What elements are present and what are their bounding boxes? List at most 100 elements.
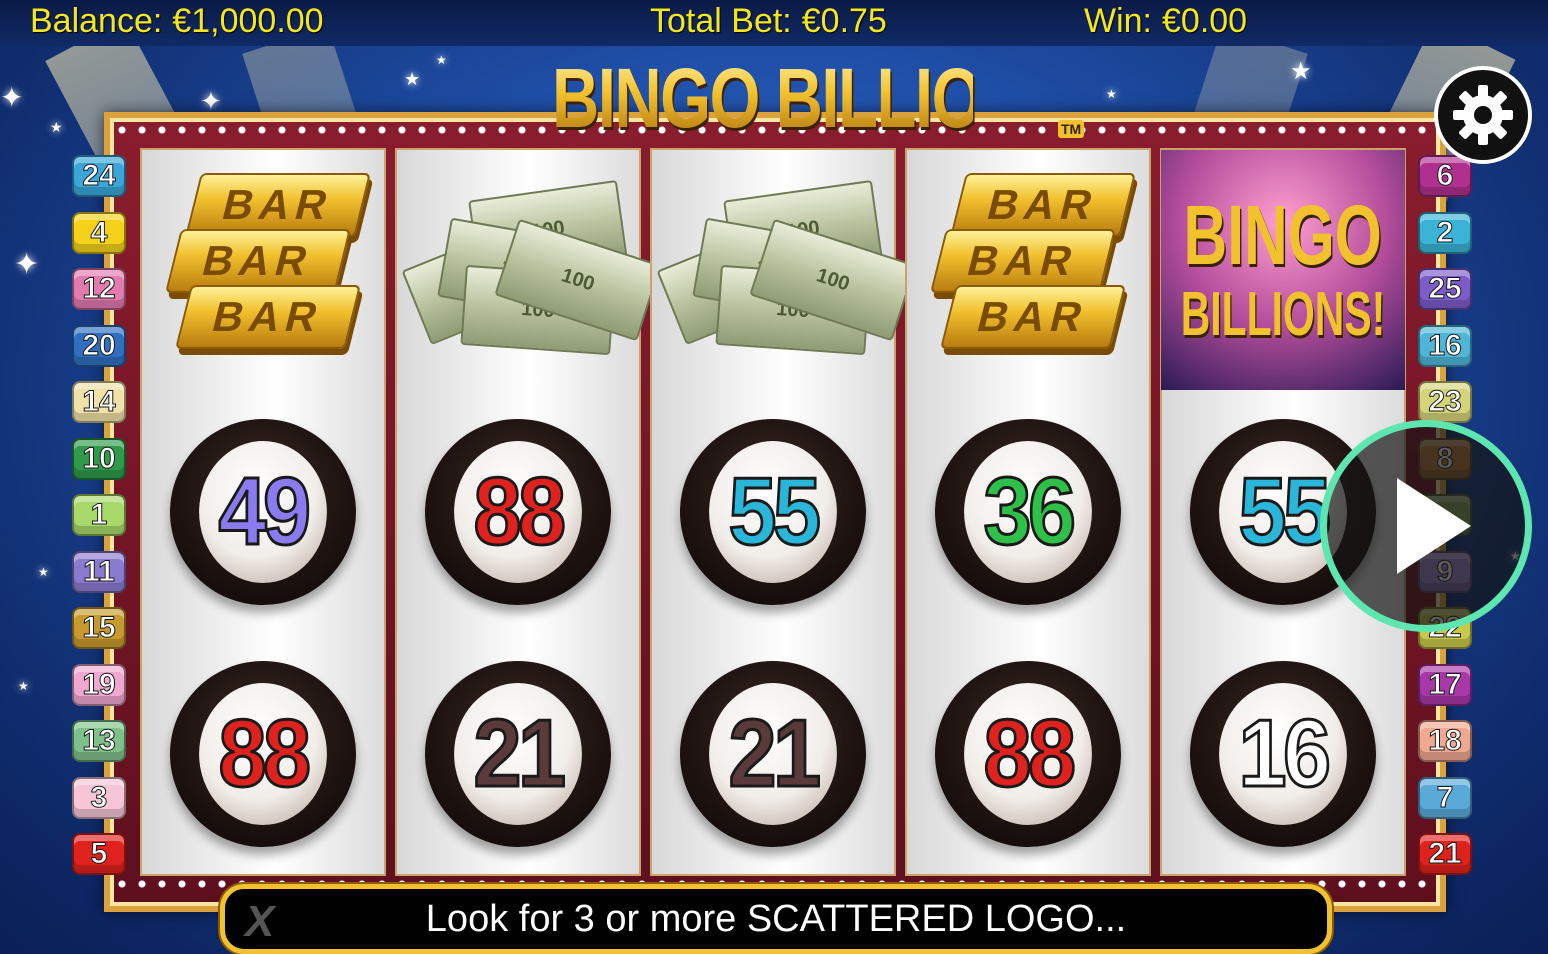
payline-number-badge: 25: [1418, 268, 1472, 310]
payline-number-badge: 21: [1418, 833, 1472, 875]
reel-cell: 100100100100100: [397, 150, 662, 390]
payline-number-badge: 18: [1418, 720, 1472, 762]
payline-number-badge: 13: [72, 720, 126, 762]
payline-number-badge: 14: [72, 381, 126, 423]
star-decoration: ★: [1290, 58, 1312, 85]
gold-bar: BAR: [950, 173, 1136, 237]
bingo-ball-symbol: 36: [935, 419, 1121, 605]
payline-number-badge: 10: [72, 437, 126, 480]
payline-number-badge: 19: [72, 663, 126, 706]
payline-number-badge: 11: [72, 550, 126, 593]
ball-number: 16: [1219, 683, 1347, 825]
ball-number: 88: [964, 683, 1092, 825]
reel-cell: 88: [907, 634, 1149, 874]
payline-number-badge: 1: [72, 494, 126, 536]
reel-cell: 49: [142, 392, 384, 632]
ball-number: 55: [709, 441, 837, 583]
message-text: Look for 3 or more SCATTERED LOGO...: [425, 897, 1127, 940]
reel-cell: 21: [652, 634, 894, 874]
payline-number-badge: 15: [72, 607, 126, 649]
reel-cell: BAR BAR BAR: [907, 150, 1149, 390]
play-icon: [1397, 478, 1471, 574]
gold-bars-symbol: BAR BAR BAR: [918, 165, 1138, 375]
total-bet-value: €0.75: [801, 2, 887, 40]
star-decoration: ✦: [200, 86, 222, 116]
reel: 100100100100100 88 21: [395, 148, 662, 876]
cash-stack-symbol: 100100100100100: [656, 170, 917, 370]
ball-number: 21: [709, 683, 837, 825]
star-decoration: ★: [50, 119, 63, 135]
ball-number: 88: [199, 683, 327, 825]
ball-number: 36: [964, 441, 1092, 583]
scatter-logo-symbol: BINGO BILLIONS!: [1161, 150, 1405, 390]
bingo-ball-symbol: 88: [935, 661, 1121, 847]
star-decoration: ✦: [14, 248, 40, 281]
reel: BAR BAR BAR 49 88: [140, 148, 386, 876]
win-value: €0.00: [1162, 2, 1248, 40]
payline-number-badge: 4: [72, 211, 126, 254]
reel-cell: 55: [652, 392, 894, 632]
star-decoration: ★: [404, 69, 421, 89]
gold-bar: BAR: [165, 229, 351, 293]
ball-number: 49: [199, 441, 327, 583]
bingo-ball-symbol: 21: [680, 661, 866, 847]
ball-number: 21: [454, 683, 582, 825]
balance-display: Balance: €1,000.00: [30, 2, 334, 41]
total-bet-label: Total Bet:: [650, 2, 792, 40]
bingo-ball-symbol: 55: [680, 419, 866, 605]
reel-cell: 88: [142, 634, 384, 874]
bingo-ball-symbol: 49: [170, 419, 356, 605]
star-decoration: ★: [18, 679, 29, 693]
trademark-mark: TM: [1058, 120, 1085, 138]
gold-bars-symbol: BAR BAR BAR: [153, 165, 373, 375]
payline-number-badge: 20: [72, 324, 126, 367]
payline-number-badge: 23: [1418, 381, 1472, 423]
star-decoration: ★: [1106, 87, 1117, 101]
payline-number-badge: 16: [1418, 324, 1472, 367]
game-logo: BINGO BILLIONS!: [552, 48, 1091, 148]
reel-cell: BAR BAR BAR: [142, 150, 384, 390]
gold-bar: BAR: [940, 285, 1126, 349]
gold-bar: BAR: [175, 285, 361, 349]
gear-icon: [1453, 85, 1513, 145]
bingo-ball-symbol: 21: [425, 661, 611, 847]
ball-number: 88: [454, 441, 582, 583]
payline-number-badge: 7: [1418, 776, 1472, 819]
reel: 100100100100100 55 21: [650, 148, 917, 876]
payline-number-badge: 2: [1418, 211, 1472, 254]
star-decoration: ★: [38, 565, 49, 579]
reel-cell: 88: [397, 392, 639, 632]
reel: BAR BAR BAR 36 88: [905, 148, 1151, 876]
status-bar: Balance: €1,000.00 Total Bet: €0.75 Win: €0…: [0, 0, 1548, 46]
message-bar: X Look for 3 or more SCATTERED LOGO...: [220, 884, 1332, 954]
payline-number-badge: 6: [1418, 155, 1472, 197]
payline-number-badge: 5: [72, 833, 126, 875]
star-decoration: ✦: [0, 82, 24, 113]
reel-cell: BINGO BILLIONS!: [1161, 150, 1405, 390]
win-display: Win: €0.00: [1084, 2, 1257, 41]
star-decoration: ★: [436, 53, 447, 67]
scatter-logo-line1: BINGO: [1183, 188, 1383, 282]
cash-stack-symbol: 100100100100100: [401, 170, 662, 370]
reel-cell: 36: [907, 392, 1149, 632]
win-label: Win:: [1084, 2, 1152, 40]
payline-number-badge: 12: [72, 268, 126, 310]
payline-number-badge: 3: [72, 776, 126, 819]
reel-cell: 100100100100100: [652, 150, 917, 390]
balance-value: €1,000.00: [172, 2, 324, 40]
reel-cell: 21: [397, 634, 639, 874]
payline-number-badge: 24: [72, 155, 126, 197]
payline-number-badge: 17: [1418, 663, 1472, 706]
bingo-ball-symbol: 16: [1190, 661, 1376, 847]
bingo-ball-symbol: 88: [425, 419, 611, 605]
spin-button[interactable]: [1320, 420, 1532, 632]
total-bet-display: Total Bet: €0.75: [650, 2, 897, 41]
reel-cell: 16: [1162, 634, 1404, 874]
scatter-logo-line2: BILLIONS!: [1180, 280, 1386, 349]
gold-bar: BAR: [930, 229, 1116, 293]
settings-button[interactable]: [1434, 66, 1532, 164]
balance-label: Balance:: [30, 2, 163, 40]
bingo-ball-symbol: 88: [170, 661, 356, 847]
gold-bar: BAR: [185, 173, 371, 237]
brand-logo: X: [245, 897, 275, 946]
